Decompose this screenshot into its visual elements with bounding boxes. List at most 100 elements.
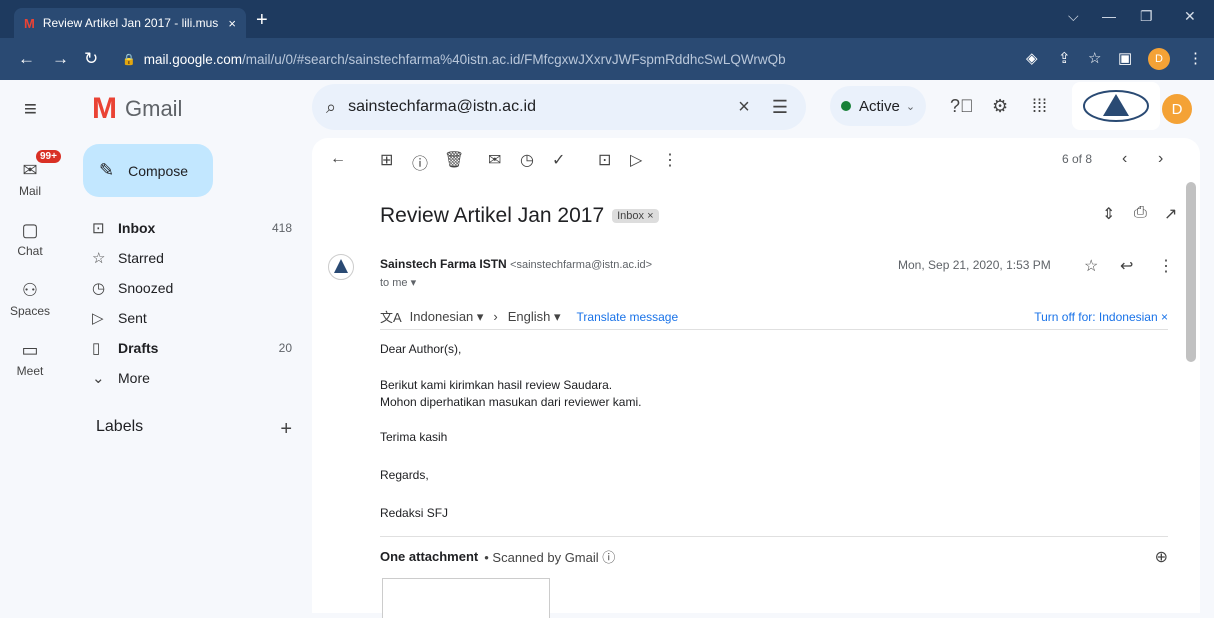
nav-item-inbox[interactable]: ⊡ Inbox 418 xyxy=(92,214,292,242)
nav-item-sent[interactable]: ▷ Sent xyxy=(92,304,292,332)
body-line: Dear Author(s), xyxy=(380,342,462,356)
move-to-icon[interactable]: ⊡ xyxy=(598,150,611,170)
search-input[interactable]: sainstechfarma@istn.ac.id xyxy=(348,98,738,116)
pager-text: 6 of 8 xyxy=(1062,152,1093,166)
recipient-details[interactable]: to me ▾ xyxy=(380,276,416,289)
reply-icon[interactable]: ↩ xyxy=(1120,256,1133,276)
nav-item-starred[interactable]: ☆ Starred xyxy=(92,244,292,272)
star-icon[interactable]: ☆ xyxy=(1084,256,1098,276)
nav-item-count: 418 xyxy=(271,221,292,235)
body-line: Berikut kami kirimkan hasil review Sauda… xyxy=(380,378,613,392)
labels-heading: Labels xyxy=(96,418,144,435)
gmail-logo[interactable]: M Gmail xyxy=(92,92,182,126)
sender-avatar xyxy=(328,254,354,280)
add-to-drive-icon[interactable]: ⊕ xyxy=(1155,547,1168,567)
rail-meet[interactable]: ▭ Meet xyxy=(0,340,60,378)
archive-icon[interactable]: ⊞ xyxy=(380,150,393,170)
delete-icon[interactable]: 🗑 xyxy=(444,150,464,170)
status-selector[interactable]: Active ⌄ xyxy=(830,86,926,126)
nav-item-drafts[interactable]: ▯ Drafts 20 xyxy=(92,334,292,362)
forward-icon[interactable]: → xyxy=(52,49,69,69)
url-field[interactable]: 🔒 mail.google.com/mail/u/0/#search/sains… xyxy=(112,45,1018,73)
rail-chat-label: Chat xyxy=(17,244,43,258)
labels-header: Labels + xyxy=(96,418,292,441)
rail-meet-label: Meet xyxy=(16,364,44,378)
nav-item-more[interactable]: ⌄ More xyxy=(92,364,292,392)
settings-gear-icon[interactable]: ⚙ xyxy=(992,96,1008,117)
browser-tab[interactable]: M Review Artikel Jan 2017 - lili.mus × xyxy=(14,8,246,38)
add-label-icon[interactable]: + xyxy=(280,418,292,441)
extension-icon[interactable]: ◈ xyxy=(1026,49,1038,67)
subject-text: Review Artikel Jan 2017 xyxy=(380,204,605,227)
back-icon[interactable]: ← xyxy=(18,49,35,69)
apps-grid-icon[interactable]: ⁞⁞⁞ xyxy=(1032,96,1047,117)
compose-button[interactable]: ✎ Compose xyxy=(83,144,213,197)
browser-menu-icon[interactable]: ⋮ xyxy=(1188,49,1203,67)
nav-item-label: Drafts xyxy=(118,340,159,356)
close-window-icon[interactable]: ✕ xyxy=(1184,8,1196,25)
search-bar[interactable]: ⌕ sainstechfarma@istn.ac.id × ☰ xyxy=(312,84,806,130)
star-icon: ☆ xyxy=(92,250,106,267)
search-icon[interactable]: ⌕ xyxy=(326,97,336,118)
lock-icon: 🔒 xyxy=(122,53,136,66)
help-icon[interactable]: ?⃝ xyxy=(950,96,974,117)
rail-mail[interactable]: ✉ Mail xyxy=(0,160,60,198)
body-line: Mohon diperhatikan masukan dari reviewer… xyxy=(380,395,642,409)
rail-spaces-label: Spaces xyxy=(9,304,51,318)
gmail-wordmark: Gmail xyxy=(125,96,183,121)
tab-close-icon[interactable]: × xyxy=(228,16,236,31)
restore-icon[interactable]: ❐ xyxy=(1140,8,1153,25)
tab-search-icon[interactable]: ⌵ xyxy=(1068,8,1079,25)
reload-icon[interactable]: ↻ xyxy=(84,49,98,69)
back-to-list-icon[interactable]: ← xyxy=(330,150,346,168)
nav-item-label: Sent xyxy=(118,310,147,326)
mark-unread-icon[interactable]: ✉ xyxy=(488,150,501,170)
open-new-window-icon[interactable]: ↗ xyxy=(1164,204,1177,224)
inbox-label-chip[interactable]: Inbox × xyxy=(612,209,659,223)
report-spam-icon[interactable]: ⓘ xyxy=(412,150,428,174)
main-menu-icon[interactable]: ≡ xyxy=(24,96,37,122)
snooze-icon[interactable]: ◷ xyxy=(520,150,534,170)
search-options-icon[interactable]: ☰ xyxy=(772,97,788,118)
label-icon[interactable]: ▷ xyxy=(630,150,642,170)
print-icon[interactable]: ⎙ xyxy=(1134,204,1147,222)
newer-icon[interactable]: ‹ xyxy=(1122,150,1127,168)
share-icon[interactable]: ⇪ xyxy=(1058,49,1071,67)
new-tab-button[interactable]: + xyxy=(256,9,268,32)
expand-all-icon[interactable]: ⇕ xyxy=(1102,204,1115,224)
turn-off-translation-link[interactable]: Turn off for: Indonesian × xyxy=(1034,310,1168,324)
bookmark-star-icon[interactable]: ☆ xyxy=(1088,49,1101,67)
more-options-icon[interactable]: ⋮ xyxy=(662,150,678,170)
draft-icon: ▯ xyxy=(92,340,101,357)
nav-item-snoozed[interactable]: ◷ Snoozed xyxy=(92,274,292,302)
address-bar-row: ← → ↻ 🔒 mail.google.com/mail/u/0/#search… xyxy=(0,38,1214,80)
nav-item-count: 20 xyxy=(278,341,292,355)
side-panel-icon[interactable]: ▣ xyxy=(1118,49,1132,67)
nav-item-label: Snoozed xyxy=(118,280,174,296)
pencil-icon: ✎ xyxy=(99,160,115,180)
profile-avatar[interactable]: D xyxy=(1148,48,1170,70)
email-date: Mon, Sep 21, 2020, 1:53 PM xyxy=(898,258,1051,272)
source-language-select[interactable]: Indonesian ▾ xyxy=(410,309,484,325)
translate-bar: 文A Indonesian ▾ › English ▾ Translate me… xyxy=(380,304,1168,330)
older-icon[interactable]: › xyxy=(1158,150,1163,168)
body-line: Terima kasih xyxy=(380,430,448,444)
more-actions-icon[interactable]: ⋮ xyxy=(1158,256,1174,276)
clear-search-icon[interactable]: × xyxy=(738,96,750,119)
send-icon: ▷ xyxy=(92,310,104,327)
minimize-icon[interactable]: — xyxy=(1102,8,1116,24)
gmail-favicon-icon: M xyxy=(24,15,35,31)
rail-spaces[interactable]: ⚇ Spaces xyxy=(0,280,60,318)
istn-seal-icon xyxy=(334,259,348,273)
add-task-icon[interactable]: ✓ xyxy=(552,150,565,170)
email-subject: Review Artikel Jan 2017 Inbox × xyxy=(380,204,659,228)
account-avatar[interactable]: D xyxy=(1162,94,1192,124)
attachment-thumbnail[interactable] xyxy=(382,578,550,618)
translate-message-link[interactable]: Translate message xyxy=(577,310,679,324)
organization-logo[interactable] xyxy=(1072,82,1160,130)
rail-chat[interactable]: ▢ Chat xyxy=(0,220,60,258)
target-language-select[interactable]: English ▾ xyxy=(508,309,561,325)
scrollbar[interactable] xyxy=(1186,182,1196,362)
status-label: Active xyxy=(858,97,900,115)
sender-name[interactable]: Sainstech Farma ISTN xyxy=(380,257,507,271)
